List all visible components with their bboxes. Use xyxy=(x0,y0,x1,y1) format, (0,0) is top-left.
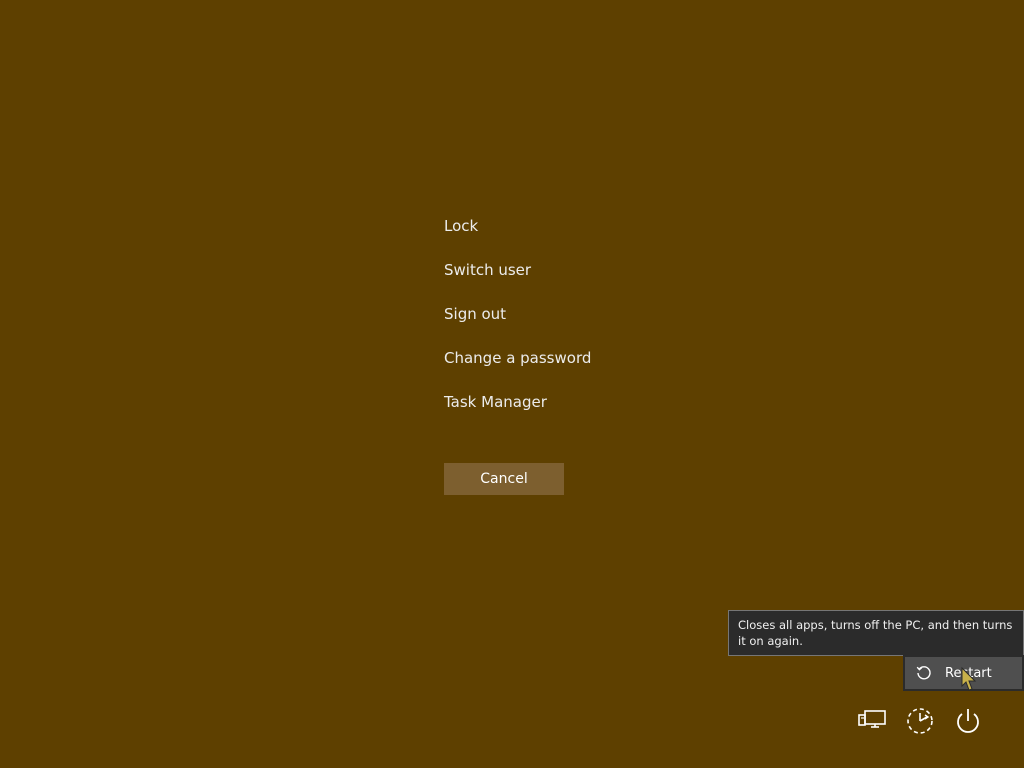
network-button[interactable] xyxy=(852,703,892,743)
switch-user-option[interactable]: Switch user xyxy=(444,259,644,281)
restart-menu-item[interactable]: Restart xyxy=(905,657,1022,689)
network-icon xyxy=(856,708,888,738)
restart-tooltip: Closes all apps, turns off the PC, and t… xyxy=(728,610,1024,656)
power-button[interactable] xyxy=(948,703,988,743)
security-options-menu: Lock Switch user Sign out Change a passw… xyxy=(444,215,644,435)
task-manager-option[interactable]: Task Manager xyxy=(444,391,644,413)
restart-label: Restart xyxy=(945,665,992,681)
cancel-button[interactable]: Cancel xyxy=(444,463,564,495)
change-password-option[interactable]: Change a password xyxy=(444,347,644,369)
restart-icon xyxy=(915,664,933,682)
power-flyout-menu: Restart xyxy=(903,655,1024,691)
power-icon xyxy=(952,705,984,741)
lock-option[interactable]: Lock xyxy=(444,215,644,237)
sign-out-option[interactable]: Sign out xyxy=(444,303,644,325)
ease-of-access-button[interactable] xyxy=(900,703,940,743)
ease-of-access-icon xyxy=(904,705,936,741)
